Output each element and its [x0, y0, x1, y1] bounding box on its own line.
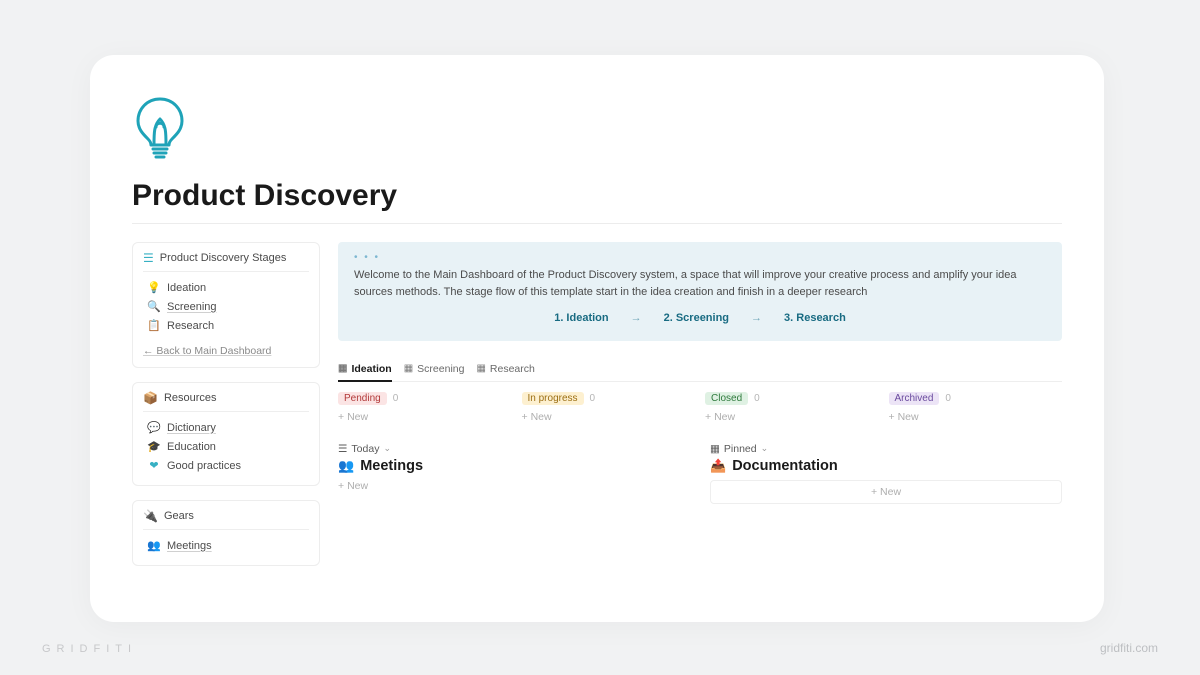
list-icon: ☰ [143, 251, 154, 265]
status-pill-archived[interactable]: Archived [889, 392, 940, 405]
sidebar-stages-header-label: Product Discovery Stages [160, 252, 287, 264]
magnifier-icon: 🔍 [147, 300, 161, 313]
heart-icon: ❤ [147, 459, 161, 472]
status-pill-in-progress[interactable]: In progress [522, 392, 584, 405]
tab-label: Ideation [351, 363, 391, 375]
sidebar-resource-dictionary[interactable]: 💬 Dictionary [147, 418, 309, 437]
callout-dots-icon: • • • [354, 250, 1046, 265]
tab-ideation[interactable]: ▦ Ideation [338, 363, 392, 382]
sidebar-gears-header: 🔌 Gears [143, 509, 309, 530]
board-col-closed: Closed 0 New [705, 392, 879, 423]
education-icon: 🎓 [147, 440, 161, 453]
section-view-today[interactable]: ☰ Today ⌄ [338, 443, 690, 455]
stage-flow-research[interactable]: 3. Research [784, 310, 846, 327]
sections-row: ☰ Today ⌄ 👥 Meetings New ▦ Pinned ⌄ [338, 443, 1062, 504]
section-documentation: ▦ Pinned ⌄ 📤 Documentation New [710, 443, 1062, 504]
stage-flow-screening[interactable]: 2. Screening [664, 310, 729, 327]
sidebar-resources-card: 📦 Resources 💬 Dictionary 🎓 Education ❤ G… [132, 382, 320, 486]
sidebar-stage-label: Research [167, 320, 214, 332]
chat-icon: 💬 [147, 421, 161, 434]
sidebar-stage-ideation[interactable]: 💡 Ideation [147, 278, 309, 297]
welcome-callout: • • • Welcome to the Main Dashboard of t… [338, 242, 1062, 341]
sidebar-gear-meetings[interactable]: 👥 Meetings [147, 536, 309, 555]
status-count: 0 [590, 393, 596, 404]
section-view-label: Today [351, 443, 379, 455]
box-icon: 📦 [143, 391, 158, 405]
status-pill-pending[interactable]: Pending [338, 392, 387, 405]
title-divider [132, 223, 1062, 224]
clipboard-icon: 📋 [147, 319, 161, 332]
board-col-archived: Archived 0 New [889, 392, 1063, 423]
people-icon: 👥 [147, 539, 161, 552]
sidebar-stage-research[interactable]: 📋 Research [147, 316, 309, 335]
section-title-label: Meetings [360, 458, 423, 474]
section-title-meetings[interactable]: 👥 Meetings [338, 458, 690, 474]
board-icon: ▦ [476, 363, 485, 374]
list-icon: ☰ [338, 443, 347, 455]
tab-screening[interactable]: ▦ Screening [404, 363, 465, 375]
sidebar-resource-label: Dictionary [167, 422, 216, 434]
lightbulb-icon: 💡 [147, 281, 161, 294]
stage-flow: 1. Ideation → 2. Screening → 3. Research [354, 310, 1046, 327]
sidebar-gear-label: Meetings [167, 540, 212, 552]
sidebar: ☰ Product Discovery Stages 💡 Ideation 🔍 … [132, 242, 320, 566]
chevron-down-icon: ⌄ [761, 443, 769, 454]
app-card: Product Discovery ☰ Product Discovery St… [90, 55, 1104, 622]
section-view-label: Pinned [724, 443, 757, 455]
board-col-pending: Pending 0 New [338, 392, 512, 423]
kanban-board: Pending 0 New In progress 0 New Closed 0 [338, 392, 1062, 423]
arrow-right-icon: → [751, 310, 762, 327]
sidebar-stage-screening[interactable]: 🔍 Screening [147, 297, 309, 316]
footer-brand: GRIDFITI [42, 643, 137, 655]
callout-description: Welcome to the Main Dashboard of the Pro… [354, 267, 1046, 300]
sidebar-resource-label: Good practices [167, 460, 241, 472]
hero-lightbulb-icon [132, 95, 1062, 159]
sidebar-resources-header-label: Resources [164, 392, 217, 404]
new-card-button[interactable]: New [889, 411, 1063, 423]
sidebar-stages-header: ☰ Product Discovery Stages [143, 251, 309, 272]
back-to-dashboard-link[interactable]: ← Back to Main Dashboard [143, 345, 309, 357]
sidebar-stage-label: Ideation [167, 282, 206, 294]
main-area: • • • Welcome to the Main Dashboard of t… [338, 242, 1062, 566]
footer-url: gridfiti.com [1100, 641, 1158, 655]
sidebar-resource-education[interactable]: 🎓 Education [147, 437, 309, 456]
sidebar-gears-card: 🔌 Gears 👥 Meetings [132, 500, 320, 566]
new-card-button[interactable]: New [522, 411, 696, 423]
section-view-pinned[interactable]: ▦ Pinned ⌄ [710, 443, 1062, 455]
board-col-in-progress: In progress 0 New [522, 392, 696, 423]
stage-flow-ideation[interactable]: 1. Ideation [554, 310, 608, 327]
board-tabs: ▦ Ideation ▦ Screening ▦ Research [338, 363, 1062, 382]
chevron-down-icon: ⌄ [383, 443, 391, 454]
page-title: Product Discovery [132, 179, 1062, 213]
status-pill-closed[interactable]: Closed [705, 392, 748, 405]
sidebar-resources-header: 📦 Resources [143, 391, 309, 412]
section-title-documentation[interactable]: 📤 Documentation [710, 458, 1062, 474]
sidebar-stage-label: Screening [167, 301, 217, 313]
new-item-button[interactable]: New [338, 480, 690, 492]
board-icon: ▦ [338, 363, 347, 374]
people-icon: 👥 [338, 458, 354, 474]
export-icon: 📤 [710, 458, 726, 474]
sidebar-resource-label: Education [167, 441, 216, 453]
arrow-right-icon: → [631, 310, 642, 327]
sidebar-resource-good-practices[interactable]: ❤ Good practices [147, 456, 309, 475]
grid-icon: ▦ [710, 443, 720, 455]
tab-label: Research [490, 363, 535, 375]
tab-research[interactable]: ▦ Research [476, 363, 534, 375]
board-icon: ▦ [404, 363, 413, 374]
section-title-label: Documentation [732, 458, 838, 474]
new-item-boxed-button[interactable]: New [710, 480, 1062, 504]
section-meetings: ☰ Today ⌄ 👥 Meetings New [338, 443, 690, 504]
plug-icon: 🔌 [143, 509, 158, 523]
new-card-button[interactable]: New [705, 411, 879, 423]
tab-label: Screening [417, 363, 464, 375]
sidebar-gears-header-label: Gears [164, 510, 194, 522]
status-count: 0 [945, 393, 951, 404]
status-count: 0 [393, 393, 399, 404]
new-card-button[interactable]: New [338, 411, 512, 423]
status-count: 0 [754, 393, 760, 404]
sidebar-stages-card: ☰ Product Discovery Stages 💡 Ideation 🔍 … [132, 242, 320, 368]
